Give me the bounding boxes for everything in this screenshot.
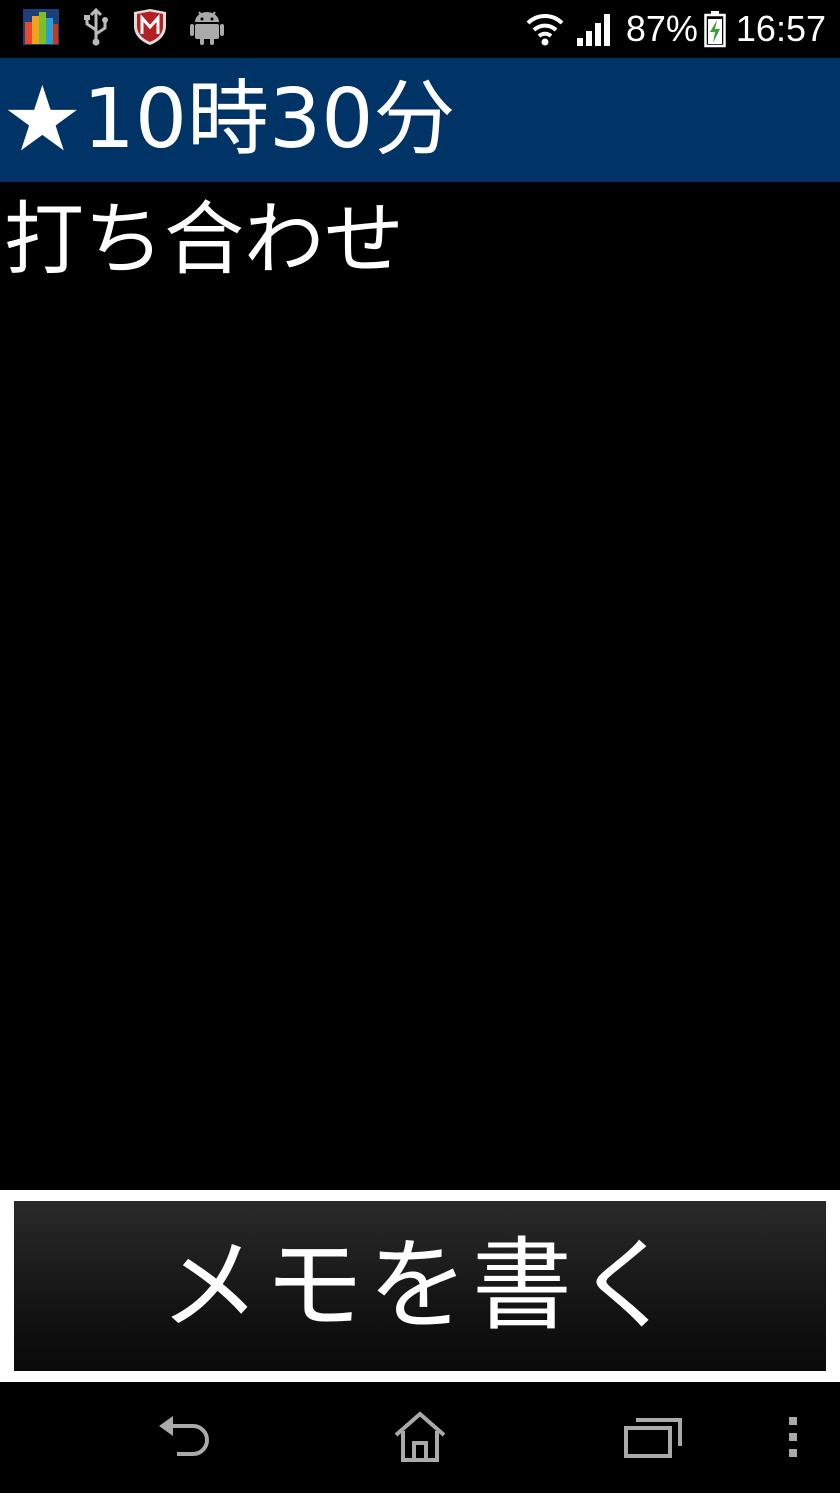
status-bar: 87% 16:57 <box>0 0 840 58</box>
battery-charging-icon <box>704 10 726 48</box>
menu-icon <box>786 1415 800 1463</box>
recent-apps-icon <box>624 1416 682 1462</box>
home-button[interactable] <box>385 1404 455 1474</box>
recent-apps-button[interactable] <box>618 1404 688 1474</box>
memo-content-area[interactable]: 打ち合わせ <box>0 182 840 1190</box>
avg-antivirus-icon <box>22 8 60 50</box>
write-memo-button[interactable]: メモを書く <box>14 1201 826 1371</box>
back-button[interactable] <box>152 1404 222 1474</box>
battery-percent: 87% <box>625 8 698 49</box>
signal-icon <box>576 12 614 46</box>
back-icon <box>157 1414 217 1464</box>
wifi-icon <box>526 11 564 47</box>
usb-icon <box>82 7 110 50</box>
star-icon: ★ <box>2 67 83 172</box>
system-status: 87% 16:57 <box>526 8 826 50</box>
write-button-frame: メモを書く <box>0 1190 840 1382</box>
menu-button[interactable] <box>758 1404 828 1474</box>
android-debug-icon <box>190 8 224 50</box>
clock: 16:57 <box>735 8 826 49</box>
home-icon <box>392 1411 448 1467</box>
write-memo-button-label: メモを書く <box>160 1227 680 1344</box>
mcafee-icon <box>132 8 168 50</box>
navigation-bar <box>0 1382 840 1493</box>
memo-text: 打ち合わせ <box>4 193 404 286</box>
memo-time-title: 10時30分 <box>82 72 456 167</box>
memo-header: ★ 10時30分 <box>0 58 840 182</box>
notification-icons <box>22 7 224 50</box>
